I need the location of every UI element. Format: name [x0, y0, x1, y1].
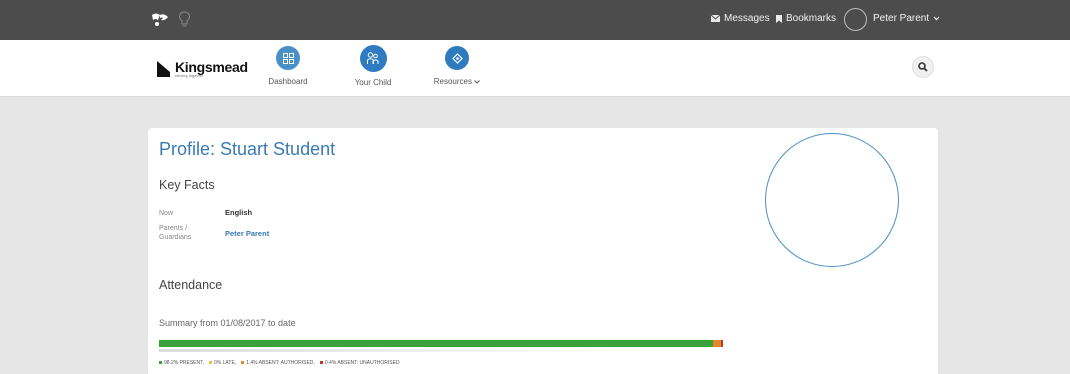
user-name: Peter Parent — [873, 13, 930, 24]
puzzle-icon — [445, 46, 469, 70]
nav-item-your-child[interactable]: Your Child — [333, 45, 413, 87]
legend-dot — [209, 361, 213, 365]
legend-label: 0.4% ABSENT: UNAUTHORISED — [324, 360, 400, 366]
legend-item: 1.4% ABSENT: AUTHORISED, — [241, 360, 315, 366]
page-title: Profile: Stuart Student — [159, 139, 336, 159]
top-bar: Messages Bookmarks Peter Parent — [0, 0, 1070, 40]
legend-item: 0.4% ABSENT: UNAUTHORISED — [319, 360, 400, 366]
nav-item-resources[interactable]: Resources — [417, 46, 497, 86]
user-menu[interactable]: Peter Parent — [873, 13, 940, 24]
lightbulb-icon[interactable] — [179, 11, 190, 29]
school-logo[interactable]: Kingsmead striving together — [157, 60, 248, 79]
school-flag-icon — [157, 61, 170, 77]
fact-label-now: Now — [159, 210, 174, 217]
attendance-legend: 98.2% PRESENT, 0% LATE, 1.4% ABSENT: AUTHO… — [159, 360, 400, 366]
grid-icon — [276, 46, 300, 70]
user-avatar[interactable] — [844, 8, 867, 31]
legend-dot — [241, 361, 245, 365]
messages-label: Messages — [724, 13, 770, 24]
profile-card: Profile: Stuart Student Key Facts Now En… — [148, 128, 938, 374]
attendance-bar — [159, 340, 723, 347]
chevron-down-icon — [474, 80, 481, 84]
attendance-segment — [712, 340, 721, 347]
chevron-down-icon — [933, 16, 940, 21]
student-photo — [765, 133, 899, 267]
app-logo-icon[interactable] — [150, 12, 170, 28]
legend-label: 0% LATE, — [214, 360, 237, 366]
legend-item: 98.2% PRESENT, — [159, 360, 204, 366]
legend-label: 1.4% ABSENT: AUTHORISED, — [246, 360, 315, 366]
legend-dot — [159, 361, 162, 365]
attendance-bar-shadow — [159, 349, 639, 352]
messages-link[interactable]: Messages — [711, 13, 770, 24]
envelope-icon — [711, 15, 720, 22]
legend-item: 0% LATE, — [209, 360, 236, 366]
fact-label-parents: Parents / Guardians — [159, 225, 192, 241]
search-button[interactable] — [912, 56, 934, 78]
bookmarks-link[interactable]: Bookmarks — [776, 13, 836, 24]
attendance-heading: Attendance — [159, 278, 223, 292]
brand-name: Kingsmead — [175, 59, 248, 75]
legend-dot — [319, 361, 323, 365]
legend-label: 98.2% PRESENT, — [164, 360, 205, 366]
nav-item-dashboard[interactable]: Dashboard — [248, 46, 328, 86]
attendance-segment — [159, 340, 713, 347]
key-facts-heading: Key Facts — [159, 178, 215, 192]
main-nav: Kingsmead striving together Dashboard Yo… — [0, 40, 1070, 97]
bookmark-icon — [776, 14, 782, 23]
bookmarks-label: Bookmarks — [786, 13, 837, 24]
nav-label-your-child: Your Child — [354, 78, 392, 87]
nav-label-resources: Resources — [417, 77, 497, 86]
search-icon — [918, 62, 928, 72]
attendance-segment — [720, 340, 723, 347]
nav-label-dashboard: Dashboard — [268, 77, 308, 86]
children-icon — [359, 45, 387, 72]
parent-link[interactable]: Peter Parent — [225, 229, 269, 238]
fact-value-now: English — [225, 208, 253, 217]
attendance-summary: Summary from 01/08/2017 to date — [159, 318, 296, 328]
